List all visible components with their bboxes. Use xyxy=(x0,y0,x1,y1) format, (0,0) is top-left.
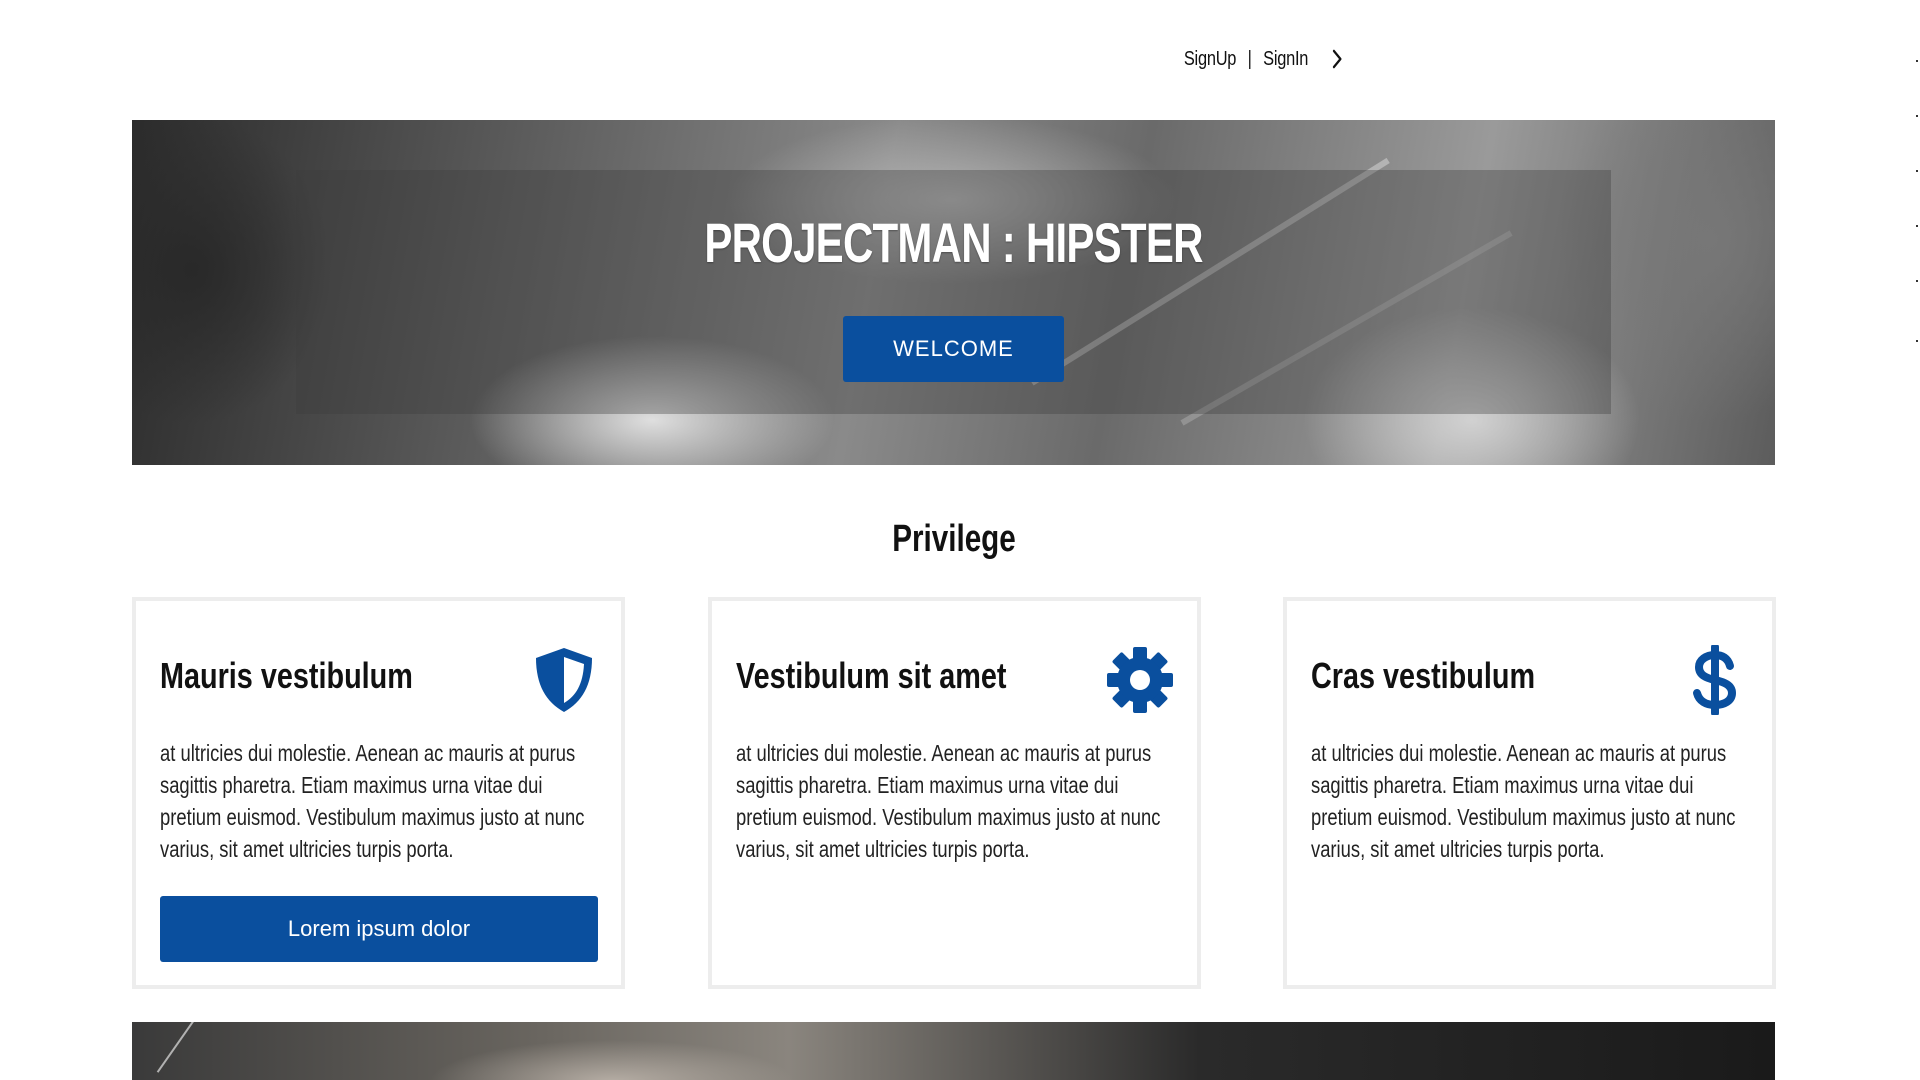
shield-icon xyxy=(536,648,592,712)
signup-link[interactable]: SignUp xyxy=(1184,48,1237,71)
banner-photo-detail xyxy=(156,1022,228,1073)
privilege-card: Cras vestibulum at ultricies dui molesti… xyxy=(1283,597,1776,989)
section-title: Privilege xyxy=(892,518,1016,560)
nav-separator: | xyxy=(1248,47,1253,70)
card-title: Mauris vestibulum xyxy=(160,655,413,696)
privilege-card: Vestibulum sit amet at ultricies dui mol… xyxy=(708,597,1201,989)
hero-banner: PROJECTMAN : HIPSTER xyxy=(132,120,1775,465)
dollar-icon xyxy=(1693,645,1737,715)
card-text: at ultricies dui molestie. Aenean ac mau… xyxy=(736,740,1161,862)
card-text: at ultricies dui molestie. Aenean ac mau… xyxy=(1311,740,1736,862)
card-text: at ultricies dui molestie. Aenean ac mau… xyxy=(160,740,585,862)
top-nav: SignUp | SignIn xyxy=(1184,44,1343,74)
signin-link[interactable]: SignIn xyxy=(1264,48,1309,71)
bottom-banner-image xyxy=(132,1022,1775,1080)
chevron-right-icon[interactable] xyxy=(1332,48,1343,70)
page: SignUp | SignIn PROJECTMAN : HIPSTER WEL… xyxy=(0,0,1920,1080)
edge-scroll-marks xyxy=(1912,40,1920,380)
card-title: Vestibulum sit amet xyxy=(736,655,1007,696)
card-action-button[interactable]: Lorem ipsum dolor xyxy=(160,896,598,962)
gear-icon xyxy=(1107,647,1173,713)
hero-title: PROJECTMAN : HIPSTER xyxy=(704,211,1203,274)
welcome-button[interactable]: WELCOME xyxy=(843,316,1064,382)
privilege-card: Mauris vestibulum at ultricies dui moles… xyxy=(132,597,625,989)
card-title: Cras vestibulum xyxy=(1311,655,1536,696)
